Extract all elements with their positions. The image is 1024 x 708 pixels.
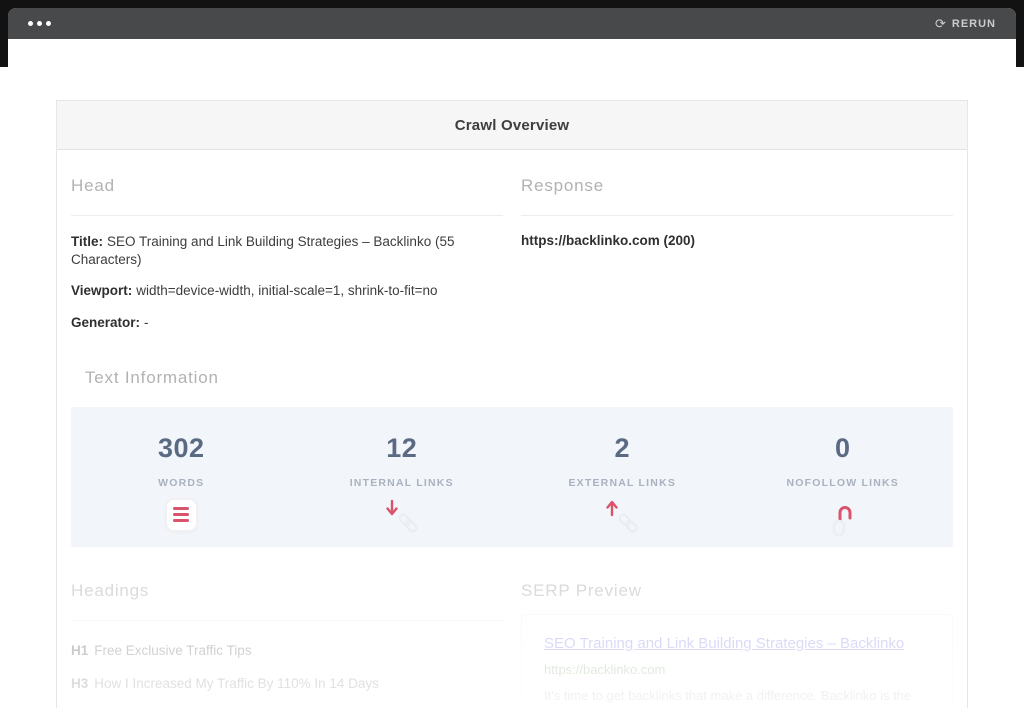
internal-link-icon (380, 498, 424, 538)
app-window: ⟳ RERUN Crawl Overview Head Title:SEO Tr… (8, 8, 1016, 708)
serp-result-url: https://backlinko.com (544, 662, 930, 677)
stat-internal-links: 12 INTERNAL LINKS (292, 407, 513, 547)
headings-section-title: Headings (71, 581, 503, 601)
meta-row-title: Title:SEO Training and Link Building Str… (71, 233, 503, 269)
stat-external-links: 2 EXTERNAL LINKS (512, 407, 733, 547)
divider (521, 215, 953, 216)
external-link-icon (600, 498, 644, 538)
serp-preview-section: SERP Preview SEO Training and Link Build… (521, 581, 953, 708)
serp-preview-box: SEO Training and Link Building Strategie… (521, 614, 953, 708)
divider (71, 620, 503, 621)
heading-tag: H1 (71, 643, 88, 658)
head-section: Head Title:SEO Training and Link Buildin… (71, 150, 503, 332)
nofollow-link-icon (823, 498, 863, 538)
crawl-overview-card: Crawl Overview Head Title:SEO Training a… (56, 100, 968, 708)
stat-label: NOFOLLOW LINKS (787, 477, 899, 489)
chain-icon (395, 510, 421, 536)
meta-row-viewport: Viewport: width=device-width, initial-sca… (71, 282, 503, 300)
stat-label: INTERNAL LINKS (350, 477, 454, 489)
broken-chain-icon (823, 498, 863, 538)
stat-label: WORDS (158, 477, 204, 489)
heading-item: H1 Free Exclusive Traffic Tips (71, 635, 503, 666)
response-section: Response https://backlinko.com (200) (521, 150, 953, 332)
stat-value: 12 (386, 433, 417, 464)
stat-label: EXTERNAL LINKS (568, 477, 676, 489)
dot-icon (28, 21, 33, 26)
meta-value: SEO Training and Link Building Strategie… (71, 234, 454, 267)
arrow-down-icon (386, 499, 398, 517)
heading-item: H3 How I Increased My Traffic By 110% In … (71, 668, 503, 699)
meta-row-generator: Generator:- (71, 314, 503, 332)
serp-preview-title: SERP Preview (521, 581, 953, 601)
headings-section: Headings H1 Free Exclusive Traffic Tips H… (71, 581, 503, 708)
dot-icon (46, 21, 51, 26)
response-section-title: Response (521, 176, 953, 196)
arrow-up-icon (606, 499, 618, 517)
serp-result-description: It's time to get backlinks that make a d… (544, 687, 930, 705)
stat-value: 0 (835, 433, 851, 464)
divider (71, 215, 503, 216)
meta-label: Generator: (71, 315, 140, 330)
rerun-button[interactable]: ⟳ RERUN (935, 17, 996, 30)
stat-nofollow-links: 0 NOFOLLOW LINKS (733, 407, 954, 547)
titlebar: ⟳ RERUN (8, 8, 1016, 39)
card-title: Crawl Overview (57, 101, 967, 150)
headings-list: H1 Free Exclusive Traffic Tips H3 How I In… (71, 635, 503, 699)
stat-value: 2 (614, 433, 630, 464)
word-list-icon (165, 498, 198, 538)
rerun-label: RERUN (952, 18, 996, 30)
heading-text: Free Exclusive Traffic Tips (94, 643, 251, 658)
serp-result-link[interactable]: SEO Training and Link Building Strategie… (544, 635, 904, 652)
dot-icon (37, 21, 42, 26)
heading-tag: H3 (71, 676, 88, 691)
meta-label: Viewport: (71, 283, 132, 298)
text-information-section: Text Information 302 WORDS 12 INTERNAL L… (71, 368, 953, 547)
window-menu-button[interactable] (28, 21, 51, 26)
meta-value: width=device-width, initial-scale=1, shr… (136, 283, 437, 298)
head-section-title: Head (71, 176, 503, 196)
stat-words: 302 WORDS (71, 407, 292, 547)
stats-panel: 302 WORDS 12 INTERNAL LINKS (71, 407, 953, 547)
meta-value: - (144, 315, 149, 330)
meta-label: Title: (71, 234, 103, 249)
stat-value: 302 (158, 433, 205, 464)
refresh-icon: ⟳ (935, 17, 947, 30)
heading-text: How I Increased My Traffic By 110% In 14… (94, 676, 379, 691)
chain-icon (615, 510, 641, 536)
response-url: https://backlinko.com (200) (521, 233, 953, 248)
text-information-title: Text Information (71, 368, 953, 388)
